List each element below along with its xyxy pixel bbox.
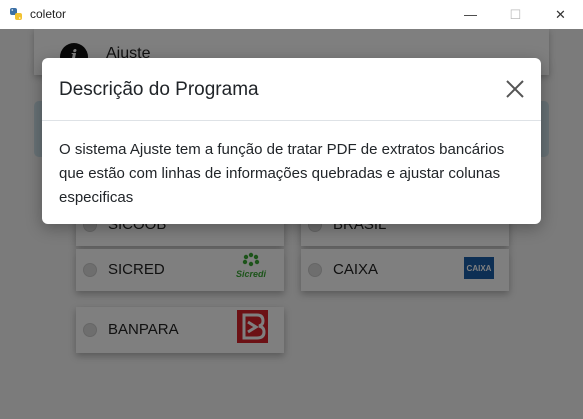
modal-body-text: O sistema Ajuste tem a função de tratar … xyxy=(59,141,505,206)
close-window-icon: ✕ xyxy=(555,6,566,22)
maximize-icon: ☐ xyxy=(509,6,522,22)
minimize-button[interactable]: — xyxy=(448,0,493,29)
close-icon[interactable] xyxy=(503,77,527,101)
window-titlebar: coletor — ☐ ✕ xyxy=(0,0,583,29)
modal-header: Descrição do Programa xyxy=(42,58,541,121)
window-title: coletor xyxy=(30,7,67,21)
description-modal: Descrição do Programa O sistema Ajuste t… xyxy=(42,58,541,224)
python-app-icon xyxy=(10,8,22,20)
close-window-button[interactable]: ✕ xyxy=(538,0,583,29)
modal-title: Descrição do Programa xyxy=(59,79,259,100)
maximize-button[interactable]: ☐ xyxy=(493,0,538,29)
minimize-icon: — xyxy=(464,7,477,22)
